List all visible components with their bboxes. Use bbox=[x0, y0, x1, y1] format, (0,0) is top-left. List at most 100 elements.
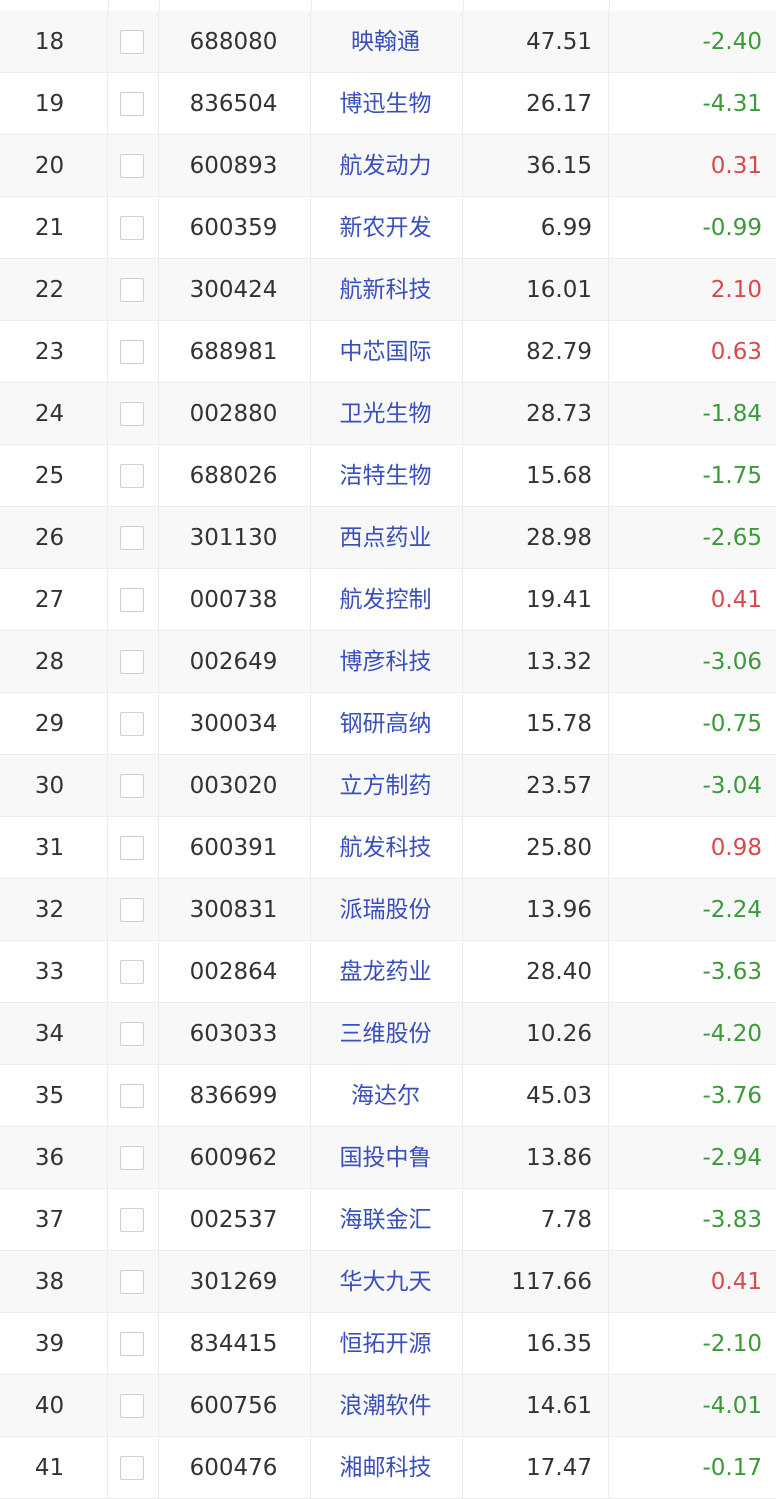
stock-price: 117.66 bbox=[463, 1251, 609, 1312]
table-row: 21 600359 新农开发 6.99 -0.99 bbox=[0, 197, 776, 259]
stock-change: -4.01 bbox=[702, 1393, 762, 1419]
stock-name-link[interactable]: 派瑞股份 bbox=[340, 897, 432, 923]
stock-name-link[interactable]: 湘邮科技 bbox=[340, 1455, 432, 1481]
row-checkbox[interactable] bbox=[120, 29, 144, 54]
stock-price: 13.32 bbox=[463, 631, 609, 692]
stock-name-link[interactable]: 海联金汇 bbox=[340, 1207, 432, 1233]
row-index: 34 bbox=[0, 1003, 108, 1064]
stock-name-link[interactable]: 航新科技 bbox=[340, 277, 432, 303]
row-checkbox[interactable] bbox=[120, 649, 144, 674]
stock-price: 16.01 bbox=[463, 259, 609, 320]
row-select-cell bbox=[108, 135, 159, 196]
stock-name-link[interactable]: 映翰通 bbox=[351, 29, 420, 55]
row-checkbox[interactable] bbox=[120, 277, 144, 302]
row-checkbox[interactable] bbox=[120, 1083, 144, 1108]
row-checkbox[interactable] bbox=[120, 463, 144, 488]
table-row: 22 300424 航新科技 16.01 2.10 bbox=[0, 259, 776, 321]
stock-code: 600962 bbox=[159, 1127, 311, 1188]
stock-name-link[interactable]: 航发控制 bbox=[340, 587, 432, 613]
row-checkbox[interactable] bbox=[120, 897, 144, 922]
stock-name-link[interactable]: 海达尔 bbox=[351, 1083, 420, 1109]
row-checkbox[interactable] bbox=[120, 215, 144, 240]
stock-price: 7.78 bbox=[463, 1189, 609, 1250]
row-checkbox[interactable] bbox=[120, 525, 144, 550]
table-row: 24 002880 卫光生物 28.73 -1.84 bbox=[0, 383, 776, 445]
stock-change: -3.06 bbox=[702, 649, 762, 675]
stock-change: -2.40 bbox=[702, 29, 762, 55]
stock-price: 28.98 bbox=[463, 507, 609, 568]
stock-change: -1.84 bbox=[702, 401, 762, 427]
table-row: 18 688080 映翰通 47.51 -2.40 bbox=[0, 11, 776, 73]
stock-code: 003020 bbox=[159, 755, 311, 816]
stock-code: 688080 bbox=[159, 11, 311, 72]
row-checkbox[interactable] bbox=[120, 153, 144, 178]
stock-name-link[interactable]: 三维股份 bbox=[340, 1021, 432, 1047]
stock-name-link[interactable]: 博彦科技 bbox=[340, 649, 432, 675]
row-index: 21 bbox=[0, 197, 108, 258]
row-checkbox[interactable] bbox=[120, 959, 144, 984]
stock-name-link[interactable]: 国投中鲁 bbox=[340, 1145, 432, 1171]
row-checkbox[interactable] bbox=[120, 91, 144, 116]
stock-change: -3.76 bbox=[702, 1083, 762, 1109]
stock-name-link[interactable]: 华大九天 bbox=[340, 1269, 432, 1295]
stock-name-link[interactable]: 航发动力 bbox=[340, 153, 432, 179]
row-index: 39 bbox=[0, 1313, 108, 1374]
stock-name-link[interactable]: 航发科技 bbox=[340, 835, 432, 861]
row-index: 33 bbox=[0, 941, 108, 1002]
stock-change: -4.20 bbox=[702, 1021, 762, 1047]
stock-name-cell: 航新科技 bbox=[311, 259, 463, 320]
stock-name-link[interactable]: 恒拓开源 bbox=[340, 1331, 432, 1357]
stock-name-link[interactable]: 西点药业 bbox=[340, 525, 432, 551]
row-checkbox[interactable] bbox=[120, 339, 144, 364]
stock-name-link[interactable]: 钢研高纳 bbox=[340, 711, 432, 737]
stock-price: 28.73 bbox=[463, 383, 609, 444]
stock-price: 6.99 bbox=[463, 197, 609, 258]
row-index: 38 bbox=[0, 1251, 108, 1312]
stock-code: 834415 bbox=[159, 1313, 311, 1374]
row-checkbox[interactable] bbox=[120, 711, 144, 736]
stock-name-link[interactable]: 卫光生物 bbox=[340, 401, 432, 427]
stock-price: 14.61 bbox=[463, 1375, 609, 1436]
row-select-cell bbox=[108, 1437, 159, 1498]
row-index: 35 bbox=[0, 1065, 108, 1126]
stock-name-cell: 华大九天 bbox=[311, 1251, 463, 1312]
row-checkbox[interactable] bbox=[120, 587, 144, 612]
stock-change: -3.83 bbox=[702, 1207, 762, 1233]
stock-name-link[interactable]: 盘龙药业 bbox=[340, 959, 432, 985]
row-checkbox[interactable] bbox=[120, 401, 144, 426]
row-index: 31 bbox=[0, 817, 108, 878]
stock-name-link[interactable]: 博迅生物 bbox=[340, 91, 432, 117]
row-select-cell bbox=[108, 1065, 159, 1126]
stock-code: 600756 bbox=[159, 1375, 311, 1436]
stock-change: -2.94 bbox=[702, 1145, 762, 1171]
row-checkbox[interactable] bbox=[120, 1331, 144, 1356]
stock-change: -0.75 bbox=[702, 711, 762, 737]
row-checkbox[interactable] bbox=[120, 1145, 144, 1170]
stock-name-link[interactable]: 洁特生物 bbox=[340, 463, 432, 489]
stock-name-link[interactable]: 浪潮软件 bbox=[340, 1393, 432, 1419]
row-checkbox[interactable] bbox=[120, 773, 144, 798]
stock-name-link[interactable]: 立方制药 bbox=[340, 773, 432, 799]
row-checkbox[interactable] bbox=[120, 1021, 144, 1046]
row-select-cell bbox=[108, 1189, 159, 1250]
stock-name-cell: 航发科技 bbox=[311, 817, 463, 878]
table-row: 23 688981 中芯国际 82.79 0.63 bbox=[0, 321, 776, 383]
table-top-edge bbox=[0, 0, 776, 11]
row-checkbox[interactable] bbox=[120, 1393, 144, 1418]
stock-name-link[interactable]: 新农开发 bbox=[340, 215, 432, 241]
stock-name-cell: 海联金汇 bbox=[311, 1189, 463, 1250]
row-checkbox[interactable] bbox=[120, 1207, 144, 1232]
stock-price: 15.78 bbox=[463, 693, 609, 754]
stock-change: -4.31 bbox=[702, 91, 762, 117]
row-checkbox[interactable] bbox=[120, 1455, 144, 1480]
row-select-cell bbox=[108, 693, 159, 754]
stock-name-link[interactable]: 中芯国际 bbox=[340, 339, 432, 365]
row-select-cell bbox=[108, 383, 159, 444]
row-checkbox[interactable] bbox=[120, 835, 144, 860]
row-index: 27 bbox=[0, 569, 108, 630]
stock-price: 10.26 bbox=[463, 1003, 609, 1064]
stock-change: 0.98 bbox=[710, 835, 762, 861]
row-checkbox[interactable] bbox=[120, 1269, 144, 1294]
row-select-cell bbox=[108, 1251, 159, 1312]
row-select-cell bbox=[108, 631, 159, 692]
